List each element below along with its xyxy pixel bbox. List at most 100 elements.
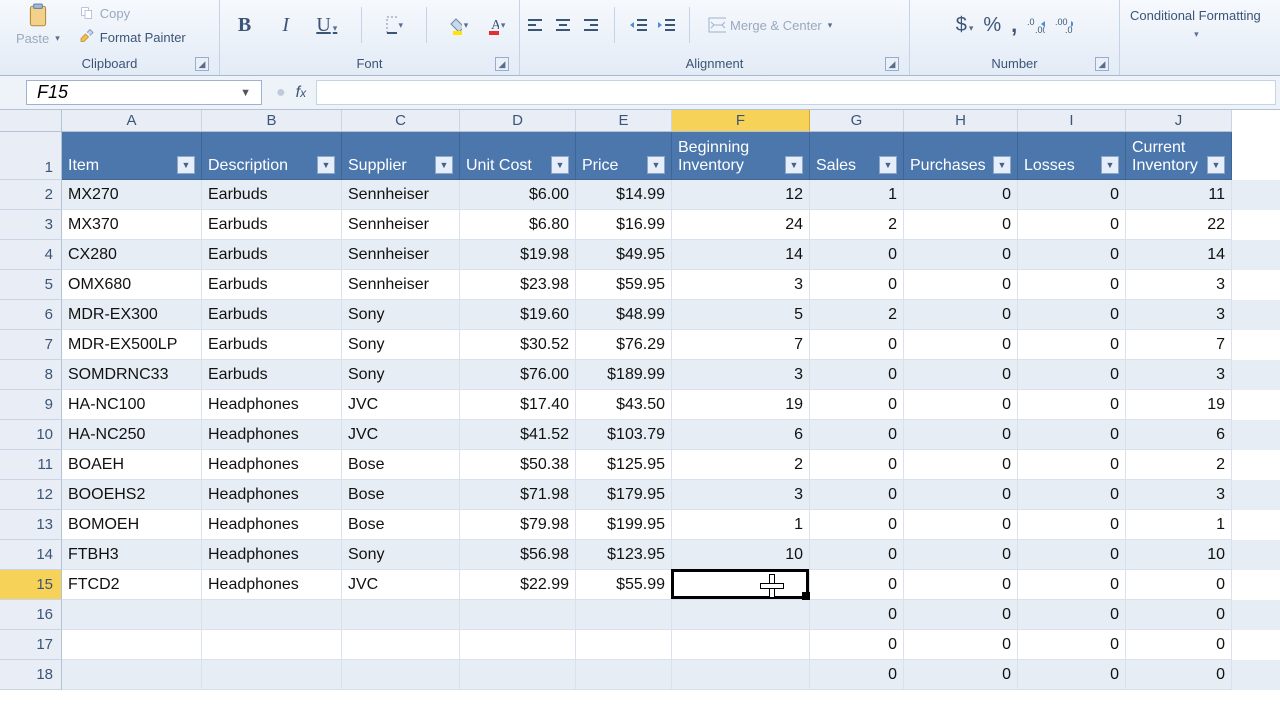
cell-G5[interactable]: 0: [810, 270, 904, 300]
row-header-1[interactable]: 1: [0, 132, 62, 180]
cell-I11[interactable]: 0: [1018, 450, 1126, 480]
table-header-D[interactable]: Unit Cost▼: [460, 132, 576, 180]
merge-center-button[interactable]: Merge & Center▾: [704, 14, 836, 36]
cell-D12[interactable]: $71.98: [460, 480, 576, 510]
cell-G18[interactable]: 0: [810, 660, 904, 690]
cell-G9[interactable]: 0: [810, 390, 904, 420]
cell-A4[interactable]: CX280: [62, 240, 202, 270]
cell-D4[interactable]: $19.98: [460, 240, 576, 270]
cell-I7[interactable]: 0: [1018, 330, 1126, 360]
cell-F7[interactable]: 7: [672, 330, 810, 360]
cell-E11[interactable]: $125.95: [576, 450, 672, 480]
cell-C13[interactable]: Bose: [342, 510, 460, 540]
cell-D13[interactable]: $79.98: [460, 510, 576, 540]
cell-I3[interactable]: 0: [1018, 210, 1126, 240]
cell-A11[interactable]: BOAEH: [62, 450, 202, 480]
cell-A6[interactable]: MDR-EX300: [62, 300, 202, 330]
cell-J7[interactable]: 7: [1126, 330, 1232, 360]
cell-J15[interactable]: 0: [1126, 570, 1232, 600]
cell-F11[interactable]: 2: [672, 450, 810, 480]
cell-F18[interactable]: [672, 660, 810, 690]
col-header-D[interactable]: D: [460, 110, 576, 132]
cell-A15[interactable]: FTCD2: [62, 570, 202, 600]
row-header-18[interactable]: 18: [0, 660, 62, 690]
cell-A5[interactable]: OMX680: [62, 270, 202, 300]
row-header-9[interactable]: 9: [0, 390, 62, 420]
cell-H11[interactable]: 0: [904, 450, 1018, 480]
row-header-17[interactable]: 17: [0, 630, 62, 660]
col-header-G[interactable]: G: [810, 110, 904, 132]
cell-C14[interactable]: Sony: [342, 540, 460, 570]
col-header-I[interactable]: I: [1018, 110, 1126, 132]
cell-I13[interactable]: 0: [1018, 510, 1126, 540]
col-header-B[interactable]: B: [202, 110, 342, 132]
table-header-I[interactable]: Losses▼: [1018, 132, 1126, 180]
cell-D15[interactable]: $22.99: [460, 570, 576, 600]
alignment-launcher[interactable]: ◢: [885, 57, 899, 71]
currency-button[interactable]: $▾: [956, 14, 974, 37]
col-header-E[interactable]: E: [576, 110, 672, 132]
table-header-H[interactable]: Purchases▼: [904, 132, 1018, 180]
cell-B4[interactable]: Earbuds: [202, 240, 342, 270]
col-header-C[interactable]: C: [342, 110, 460, 132]
row-header-13[interactable]: 13: [0, 510, 62, 540]
cell-I12[interactable]: 0: [1018, 480, 1126, 510]
cell-E13[interactable]: $199.95: [576, 510, 672, 540]
cell-F13[interactable]: 1: [672, 510, 810, 540]
cell-E17[interactable]: [576, 630, 672, 660]
cell-E8[interactable]: $189.99: [576, 360, 672, 390]
spreadsheet-grid[interactable]: 123456789101112131415161718 ABCDEFGHIJ I…: [0, 110, 1280, 720]
cell-I6[interactable]: 0: [1018, 300, 1126, 330]
cell-G13[interactable]: 0: [810, 510, 904, 540]
font-launcher[interactable]: ◢: [495, 57, 509, 71]
cell-F3[interactable]: 24: [672, 210, 810, 240]
row-header-11[interactable]: 11: [0, 450, 62, 480]
cell-B15[interactable]: Headphones: [202, 570, 342, 600]
cell-H14[interactable]: 0: [904, 540, 1018, 570]
copy-button[interactable]: Copy: [74, 2, 190, 24]
cell-G15[interactable]: 0: [810, 570, 904, 600]
cell-E16[interactable]: [576, 600, 672, 630]
cell-G16[interactable]: 0: [810, 600, 904, 630]
cell-H5[interactable]: 0: [904, 270, 1018, 300]
paste-button[interactable]: Paste▾: [12, 29, 64, 48]
cell-I14[interactable]: 0: [1018, 540, 1126, 570]
cell-B11[interactable]: Headphones: [202, 450, 342, 480]
fill-color-button[interactable]: ▾: [450, 16, 468, 34]
cell-G8[interactable]: 0: [810, 360, 904, 390]
cell-J12[interactable]: 3: [1126, 480, 1232, 510]
cell-J3[interactable]: 22: [1126, 210, 1232, 240]
cell-B14[interactable]: Headphones: [202, 540, 342, 570]
align-center-button[interactable]: [554, 16, 572, 34]
cell-F16[interactable]: [672, 600, 810, 630]
cell-F2[interactable]: 12: [672, 180, 810, 210]
table-header-B[interactable]: Description▼: [202, 132, 342, 180]
cell-J16[interactable]: 0: [1126, 600, 1232, 630]
cell-J18[interactable]: 0: [1126, 660, 1232, 690]
cell-H10[interactable]: 0: [904, 420, 1018, 450]
bold-button[interactable]: B: [234, 14, 256, 37]
cell-B17[interactable]: [202, 630, 342, 660]
cell-H16[interactable]: 0: [904, 600, 1018, 630]
cell-E9[interactable]: $43.50: [576, 390, 672, 420]
cell-A14[interactable]: FTBH3: [62, 540, 202, 570]
cell-A17[interactable]: [62, 630, 202, 660]
cell-D10[interactable]: $41.52: [460, 420, 576, 450]
cell-E12[interactable]: $179.95: [576, 480, 672, 510]
table-header-C[interactable]: Supplier▼: [342, 132, 460, 180]
cell-I17[interactable]: 0: [1018, 630, 1126, 660]
row-header-15[interactable]: 15: [0, 570, 62, 600]
row-header-5[interactable]: 5: [0, 270, 62, 300]
number-launcher[interactable]: ◢: [1095, 57, 1109, 71]
cell-G7[interactable]: 0: [810, 330, 904, 360]
cell-F6[interactable]: 5: [672, 300, 810, 330]
cell-A7[interactable]: MDR-EX500LP: [62, 330, 202, 360]
decrease-decimal-button[interactable]: .00.0: [1055, 16, 1073, 34]
cell-J13[interactable]: 1: [1126, 510, 1232, 540]
cell-H15[interactable]: 0: [904, 570, 1018, 600]
cell-B10[interactable]: Headphones: [202, 420, 342, 450]
cell-G3[interactable]: 2: [810, 210, 904, 240]
row-header-2[interactable]: 2: [0, 180, 62, 210]
percent-button[interactable]: %: [983, 14, 1001, 37]
cell-C3[interactable]: Sennheiser: [342, 210, 460, 240]
